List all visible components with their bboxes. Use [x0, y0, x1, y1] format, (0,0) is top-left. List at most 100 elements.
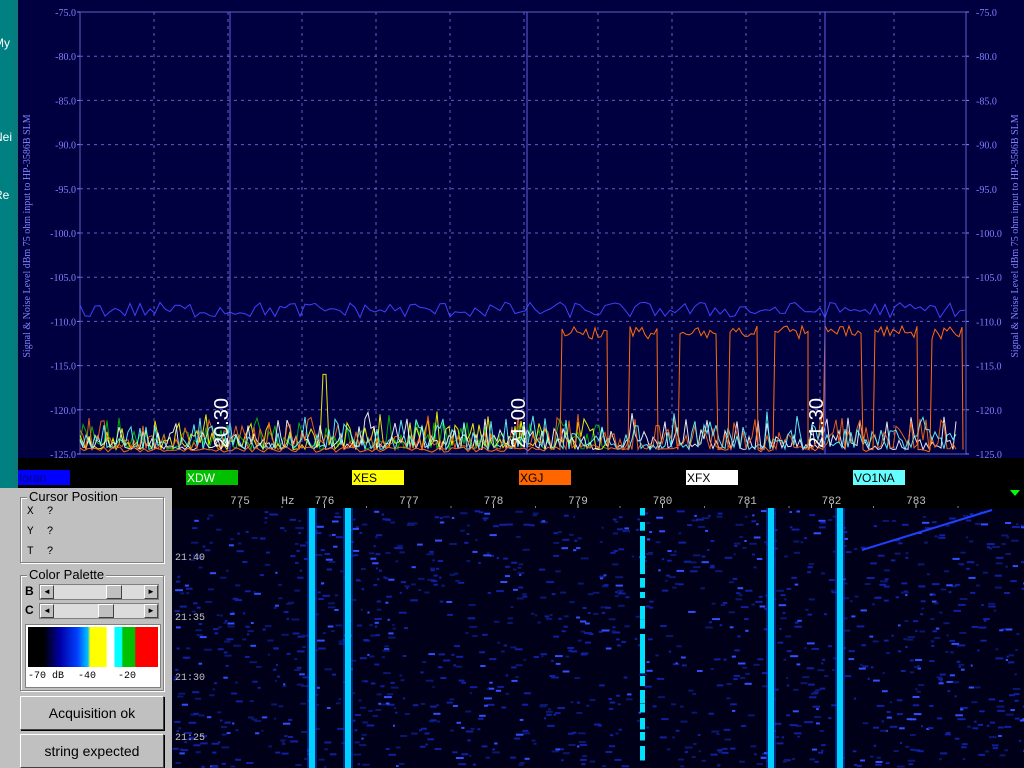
noise-speck [804, 647, 807, 650]
keyed-carrier-segment [640, 746, 645, 761]
contrast-right-arrow-icon[interactable]: ► [144, 604, 158, 618]
noise-speck [221, 726, 227, 728]
spectrum-chart[interactable]: -75.0 -80.0 -85.0 -90.0 -95.0 -100.0 -105.0 -11… [18, 0, 1024, 488]
noise-speck [735, 598, 742, 601]
noise-speck [701, 561, 709, 564]
noise-speck [676, 645, 682, 648]
noise-speck [282, 722, 291, 725]
noise-speck [369, 655, 375, 658]
noise-speck [784, 598, 787, 601]
noise-speck [370, 557, 377, 560]
noise-speck [776, 742, 784, 745]
keyed-carrier-segment [640, 732, 645, 741]
noise-speck [992, 747, 999, 750]
noise-speck [379, 569, 382, 572]
noise-speck [489, 534, 497, 537]
noise-speck [388, 636, 396, 639]
noise-speck [667, 559, 672, 562]
noise-speck [936, 676, 943, 679]
noise-speck [675, 729, 680, 732]
noise-speck [809, 721, 814, 724]
noise-speck [513, 588, 518, 591]
noise-speck [532, 514, 537, 517]
noise-speck [439, 517, 443, 520]
noise-speck [562, 670, 570, 673]
noise-speck [893, 750, 899, 752]
noise-speck [359, 706, 367, 709]
noise-speck [608, 618, 616, 621]
noise-speck [383, 696, 392, 699]
noise-speck [176, 626, 181, 629]
brightness-right-arrow-icon[interactable]: ► [144, 585, 158, 599]
noise-speck [624, 625, 630, 628]
noise-speck [433, 583, 438, 586]
noise-speck [1005, 553, 1011, 555]
noise-speck [875, 763, 882, 766]
noise-speck [776, 589, 784, 592]
string-status-button[interactable]: string expected [20, 734, 164, 768]
noise-speck [226, 569, 229, 572]
noise-speck [807, 571, 812, 574]
noise-speck [828, 579, 835, 582]
noise-speck [546, 710, 553, 713]
noise-speck [919, 630, 925, 633]
noise-speck [786, 677, 789, 679]
noise-speck [479, 651, 485, 654]
noise-speck [224, 721, 231, 724]
keyed-carrier-segment [640, 550, 645, 567]
noise-speck [627, 693, 632, 696]
noise-speck [646, 521, 651, 524]
noise-speck [388, 753, 396, 756]
noise-speck [517, 566, 522, 569]
noise-speck [294, 658, 298, 661]
noise-speck [635, 528, 640, 531]
noise-speck [1012, 688, 1021, 690]
noise-speck [382, 518, 390, 521]
noise-speck [966, 567, 970, 570]
noise-speck [524, 757, 530, 760]
acquisition-status-button[interactable]: Acquisition ok [20, 696, 164, 730]
noise-speck [424, 732, 430, 735]
noise-speck [693, 743, 697, 745]
noise-speck [729, 747, 736, 750]
noise-speck [284, 611, 289, 614]
noise-speck [255, 732, 260, 735]
brightness-slider-thumb[interactable] [106, 585, 122, 599]
noise-speck [645, 553, 653, 555]
noise-speck [192, 691, 200, 694]
noise-speck [519, 762, 525, 764]
noise-speck [714, 658, 721, 661]
noise-speck [901, 591, 909, 594]
noise-speck [731, 655, 736, 658]
noise-speck [883, 599, 889, 602]
noise-speck [223, 651, 228, 654]
waterfall-display[interactable]: 775 776 777 778 779 780 781 782 783 Hz 21:40 21:35… [172, 488, 1024, 768]
noise-speck [324, 553, 331, 555]
noise-speck [929, 705, 934, 707]
brightness-slider[interactable]: ◄ ► [39, 584, 159, 600]
left-strip-label-1: My [0, 36, 10, 50]
noise-speck [439, 600, 444, 603]
noise-speck [959, 598, 968, 600]
noise-speck [322, 594, 330, 597]
contrast-slider-thumb[interactable] [98, 604, 114, 618]
contrast-slider[interactable]: ◄ ► [39, 603, 159, 619]
noise-speck [708, 514, 711, 517]
noise-speck [181, 749, 189, 752]
noise-speck [815, 689, 821, 692]
keyed-carrier-segment [640, 704, 645, 713]
noise-speck [873, 679, 880, 682]
noise-speck [678, 541, 687, 544]
noise-speck [1004, 749, 1009, 752]
noise-speck [1016, 633, 1020, 635]
noise-speck [961, 668, 965, 671]
noise-speck [779, 628, 782, 630]
noise-speck [828, 717, 832, 720]
contrast-left-arrow-icon[interactable]: ◄ [40, 604, 54, 618]
legend-label: XGJ [520, 471, 543, 485]
noise-speck [614, 758, 622, 761]
noise-speck [954, 695, 957, 698]
noise-speck [747, 714, 755, 717]
noise-speck [259, 574, 265, 577]
brightness-left-arrow-icon[interactable]: ◄ [40, 585, 54, 599]
